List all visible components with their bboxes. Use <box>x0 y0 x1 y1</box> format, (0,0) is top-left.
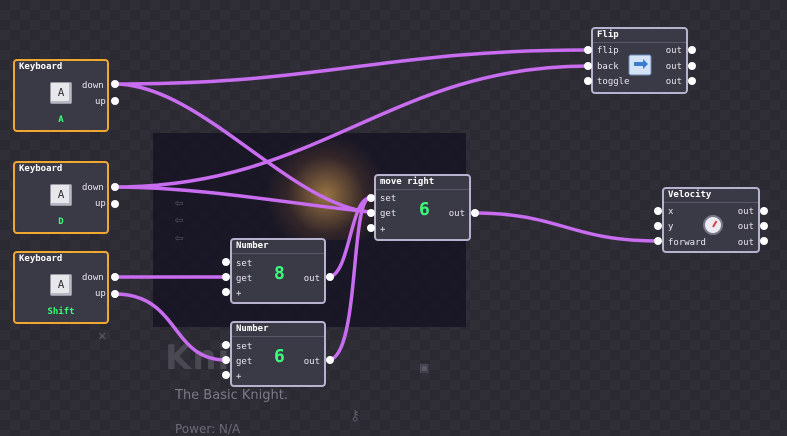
port-down[interactable] <box>111 80 119 88</box>
port-down[interactable] <box>111 273 119 281</box>
output-label-down: down <box>82 183 104 193</box>
input-label-add: + <box>380 225 386 235</box>
input-label-back: back <box>597 62 619 72</box>
output-label-out: out <box>448 209 465 219</box>
key-icon: A <box>50 274 72 296</box>
node-value: 6 <box>419 199 430 220</box>
port-down[interactable] <box>111 183 119 191</box>
port-flip[interactable] <box>584 46 592 54</box>
wire <box>472 211 660 243</box>
output-label-down: down <box>82 273 104 283</box>
wire <box>113 82 372 214</box>
input-label-get: get <box>236 274 253 284</box>
port-out[interactable] <box>326 273 334 281</box>
input-label-forward: forward <box>668 238 706 248</box>
port-out[interactable] <box>760 222 768 230</box>
node-divider <box>593 42 686 43</box>
node-title: Number <box>236 241 269 251</box>
port-x[interactable] <box>654 207 662 215</box>
output-label-up: up <box>95 97 106 107</box>
port-out[interactable] <box>688 77 696 85</box>
velocity-node[interactable]: Velocity x y forward out out out <box>662 187 760 253</box>
port-set[interactable] <box>222 258 230 266</box>
port-add[interactable] <box>367 224 375 232</box>
port-add[interactable] <box>222 288 230 296</box>
port-toggle[interactable] <box>584 77 592 85</box>
input-label-toggle: toggle <box>597 77 630 87</box>
input-label-add: + <box>236 289 242 299</box>
node-value: 6 <box>274 346 285 367</box>
input-label-x: x <box>668 207 674 217</box>
number-node[interactable]: Number set get + 6 out <box>230 321 326 387</box>
key-name: Shift <box>47 307 75 317</box>
node-divider <box>232 336 324 337</box>
output-label-out: out <box>303 357 320 367</box>
port-get[interactable] <box>222 356 230 364</box>
port-add[interactable] <box>222 371 230 379</box>
keyboard-node-shift[interactable]: Keyboard down up A Shift <box>13 251 109 324</box>
node-title: Velocity <box>668 190 712 200</box>
output-label-out: out <box>737 222 754 232</box>
input-label-set: set <box>380 194 397 204</box>
port-up[interactable] <box>111 290 119 298</box>
node-divider <box>664 202 758 203</box>
input-label-get: get <box>380 209 397 219</box>
node-value: 8 <box>274 263 285 284</box>
port-up[interactable] <box>111 200 119 208</box>
flip-arrows-icon <box>628 54 652 76</box>
port-up[interactable] <box>111 97 119 105</box>
flip-node[interactable]: Flip flip back toggle out out out <box>591 27 688 94</box>
key-name: A <box>58 115 64 125</box>
move-right-node[interactable]: move right set get + 6 out <box>374 174 471 241</box>
port-set[interactable] <box>222 341 230 349</box>
node-title: Keyboard <box>19 164 63 174</box>
keyboard-node-a[interactable]: Keyboard down up A A <box>13 59 109 132</box>
output-label-out: out <box>665 77 682 87</box>
node-divider <box>232 253 324 254</box>
port-out[interactable] <box>471 209 479 217</box>
input-label-add: + <box>236 372 242 382</box>
input-label-y: y <box>668 222 674 232</box>
port-back[interactable] <box>584 62 592 70</box>
key-icon: A <box>50 184 72 206</box>
port-out[interactable] <box>326 356 334 364</box>
port-out[interactable] <box>760 207 768 215</box>
output-label-up: up <box>95 289 106 299</box>
input-label-flip: flip <box>597 46 619 56</box>
wire <box>326 196 372 362</box>
input-label-get: get <box>236 357 253 367</box>
output-label-out: out <box>737 238 754 248</box>
node-graph-canvas[interactable]: ⇦ ⇦ ⇦ ✕ ▣ ⚷ Kni The Basic Knight. Power:… <box>0 0 787 436</box>
output-label-out: out <box>737 207 754 217</box>
port-y[interactable] <box>654 222 662 230</box>
number-node[interactable]: Number set get + 8 out <box>230 238 326 304</box>
keyboard-node-d[interactable]: Keyboard down up A D <box>13 161 109 234</box>
node-divider <box>376 189 469 190</box>
port-out[interactable] <box>760 237 768 245</box>
port-get[interactable] <box>367 209 375 217</box>
speedometer-icon <box>703 215 723 235</box>
output-label-out: out <box>665 62 682 72</box>
port-forward[interactable] <box>654 237 662 245</box>
key-name: D <box>58 217 64 227</box>
port-set[interactable] <box>367 194 375 202</box>
port-get[interactable] <box>222 273 230 281</box>
output-label-out: out <box>303 274 320 284</box>
wire <box>113 48 590 86</box>
wire <box>113 292 228 362</box>
input-label-set: set <box>236 259 253 269</box>
node-title: Keyboard <box>19 62 63 72</box>
port-out[interactable] <box>688 62 696 70</box>
output-label-down: down <box>82 81 104 91</box>
port-out[interactable] <box>688 46 696 54</box>
node-title: Flip <box>597 30 619 40</box>
input-label-set: set <box>236 342 253 352</box>
output-label-out: out <box>665 46 682 56</box>
node-title: move right <box>380 177 435 187</box>
output-label-up: up <box>95 199 106 209</box>
key-icon: A <box>50 82 72 104</box>
node-title: Number <box>236 324 269 334</box>
node-title: Keyboard <box>19 254 63 264</box>
